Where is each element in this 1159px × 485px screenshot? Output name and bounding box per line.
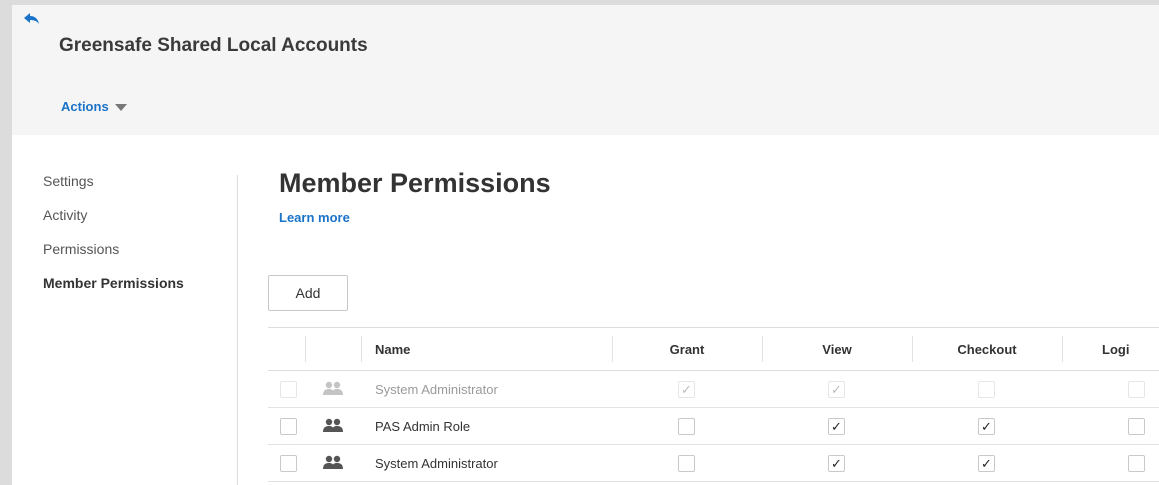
column-separator [1062, 336, 1063, 362]
member-name: PAS Admin Role [375, 418, 471, 434]
grant-checkbox[interactable] [678, 454, 695, 472]
checkout-checkbox[interactable]: ✓ [978, 454, 995, 472]
member-name: System Administrator [375, 455, 498, 471]
row-select-checkbox [280, 380, 297, 398]
column-separator [305, 336, 306, 362]
group-icon [322, 418, 344, 434]
sidebar-item-activity[interactable]: Activity [43, 204, 223, 238]
row-select-checkbox[interactable] [280, 454, 297, 472]
table-row[interactable]: System Administrator ✓ ✓ [268, 445, 1159, 482]
grant-checkbox: ✓ [678, 380, 695, 398]
view-checkbox: ✓ [828, 380, 845, 398]
login-checkbox[interactable] [1128, 454, 1145, 472]
login-checkbox[interactable] [1128, 417, 1145, 435]
page-header: Greensafe Shared Local Accounts Actions [12, 5, 1159, 135]
actions-label: Actions [61, 99, 109, 114]
view-checkbox[interactable]: ✓ [828, 454, 845, 472]
add-button[interactable]: Add [268, 275, 348, 311]
table-header-row: Name Grant View Checkout Logi [268, 327, 1159, 371]
sidebar-nav: Settings Activity Permissions Member Per… [43, 170, 223, 306]
column-header-login[interactable]: Logi [1102, 328, 1129, 370]
actions-menu[interactable]: Actions [61, 99, 127, 114]
column-header-name[interactable]: Name [375, 328, 410, 370]
table-row[interactable]: PAS Admin Role ✓ ✓ [268, 408, 1159, 445]
login-checkbox [1128, 380, 1145, 398]
group-icon [322, 381, 344, 397]
row-select-checkbox[interactable] [280, 417, 297, 435]
view-checkbox[interactable]: ✓ [828, 417, 845, 435]
section-title: Member Permissions [279, 168, 551, 198]
sidebar-item-permissions[interactable]: Permissions [43, 238, 223, 272]
app-frame: Greensafe Shared Local Accounts Actions … [12, 5, 1159, 485]
group-icon [322, 455, 344, 471]
caret-down-icon [114, 104, 127, 111]
column-header-grant[interactable]: Grant [612, 328, 762, 370]
learn-more-link[interactable]: Learn more [279, 210, 350, 225]
column-header-view[interactable]: View [762, 328, 912, 370]
permissions-table: Name Grant View Checkout Logi System Adm… [268, 327, 1159, 482]
sidebar-item-settings[interactable]: Settings [43, 170, 223, 204]
sidebar-item-member-permissions[interactable]: Member Permissions [43, 272, 223, 306]
sidebar-divider [237, 175, 238, 485]
grant-checkbox[interactable] [678, 417, 695, 435]
checkout-checkbox[interactable]: ✓ [978, 417, 995, 435]
back-arrow-icon[interactable] [22, 11, 42, 27]
table-row: System Administrator ✓ ✓ [268, 371, 1159, 408]
page-header-title: Greensafe Shared Local Accounts [59, 35, 368, 56]
column-separator [361, 336, 362, 362]
column-header-checkout[interactable]: Checkout [912, 328, 1062, 370]
member-name: System Administrator [375, 381, 498, 397]
checkout-checkbox [978, 380, 995, 398]
